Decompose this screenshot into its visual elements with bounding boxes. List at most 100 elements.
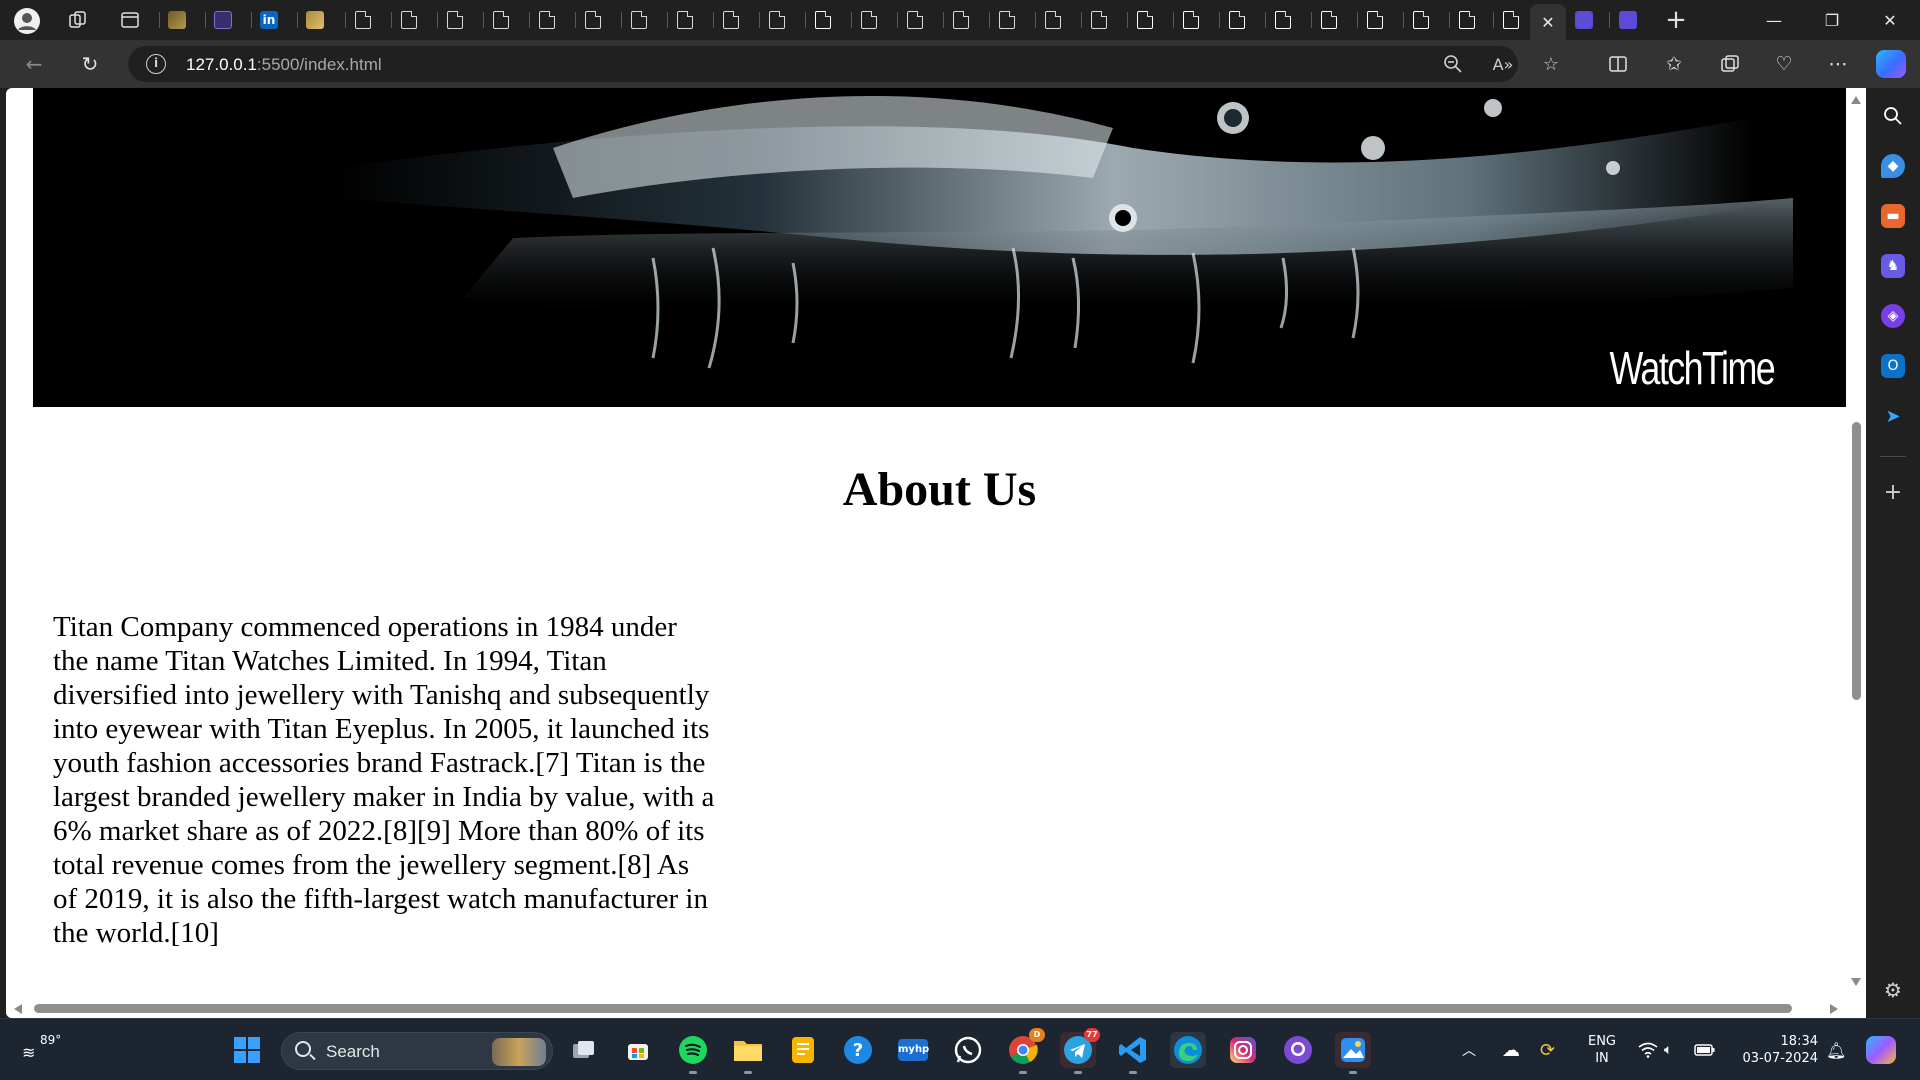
tab-page-11[interactable] [805, 6, 838, 34]
collections-button[interactable] [1714, 50, 1746, 78]
tab-page-5[interactable] [529, 6, 562, 34]
tray-network[interactable] [1638, 1019, 1658, 1080]
tab-page-10[interactable] [759, 6, 792, 34]
tab-page-15[interactable] [989, 6, 1022, 34]
favorite-button[interactable]: ☆ [1538, 52, 1564, 76]
taskbar-notes-app[interactable] [785, 1032, 821, 1068]
horizontal-scroll-thumb[interactable] [34, 1004, 1792, 1013]
tray-volume[interactable]: 🔈︎ [1664, 1019, 1672, 1080]
tab-page-23[interactable] [1357, 6, 1390, 34]
start-button[interactable] [229, 1032, 265, 1068]
tab-page-7[interactable] [621, 6, 654, 34]
zoom-button[interactable] [1440, 52, 1466, 76]
tab-page-8[interactable] [667, 6, 700, 34]
tab-page-25[interactable] [1449, 6, 1482, 34]
vertical-scrollbar[interactable] [1846, 88, 1866, 1000]
scroll-right-arrow-icon[interactable] [1830, 1004, 1838, 1014]
refresh-button[interactable]: ↻ [74, 50, 106, 78]
taskbar-edge[interactable] [1170, 1032, 1206, 1068]
address-bar[interactable]: i 127.0.0.1:5500/index.html A» ☆ [128, 46, 1559, 82]
tab-page-26[interactable] [1493, 6, 1526, 34]
browser-essentials-button[interactable]: ♡ [1768, 50, 1800, 78]
sidebar-microsoft365-button[interactable]: ◈ [1881, 304, 1905, 328]
tab-page-2[interactable] [391, 6, 424, 34]
tab-page-20[interactable] [1219, 6, 1252, 34]
taskbar-help-app[interactable]: ? [840, 1032, 876, 1068]
tab-page-17[interactable] [1081, 6, 1114, 34]
sidebar-tools-button[interactable]: ▬ [1881, 204, 1905, 228]
tray-copilot[interactable] [1866, 1019, 1896, 1080]
close-tab-icon[interactable]: ✕ [1541, 13, 1554, 32]
tab-page-24[interactable] [1403, 6, 1436, 34]
scroll-left-arrow-icon[interactable] [14, 1004, 22, 1014]
tab-page-16[interactable] [1035, 6, 1068, 34]
sidebar-games-button[interactable]: ♞ [1881, 254, 1905, 278]
system-clock[interactable]: 18:34 03-07-2024 [1730, 1033, 1818, 1067]
sidebar-shopping-button[interactable]: ◆ [1881, 154, 1905, 178]
tab-image-1[interactable] [159, 6, 192, 34]
sidebar-add-button[interactable]: + [1881, 480, 1905, 505]
sidebar-send-button[interactable]: ➤ [1881, 404, 1905, 428]
scroll-down-arrow-icon[interactable] [1851, 978, 1861, 986]
language-indicator[interactable]: ENG IN [1582, 1033, 1622, 1067]
vertical-scroll-thumb[interactable] [1852, 422, 1861, 700]
site-info-icon[interactable]: i [146, 54, 166, 74]
taskbar-photos[interactable] [1335, 1032, 1371, 1074]
scroll-up-arrow-icon[interactable] [1851, 96, 1861, 104]
taskbar-file-explorer[interactable] [730, 1032, 766, 1074]
taskbar-github[interactable] [1280, 1032, 1316, 1068]
new-tab-button[interactable]: + [1662, 5, 1690, 35]
tray-onedrive[interactable]: ☁ [1502, 1019, 1520, 1080]
tab-linkedin[interactable]: in [251, 6, 284, 34]
weather-widget[interactable]: 89° ≋ [22, 1033, 72, 1067]
tab-list-2[interactable] [1568, 6, 1600, 34]
favorites-button[interactable]: ✩ [1658, 50, 1690, 78]
taskbar-chrome[interactable]: D [1005, 1028, 1045, 1074]
tray-overflow-button[interactable]: ︿ [1462, 1019, 1476, 1080]
task-view-button[interactable] [566, 1032, 602, 1068]
sidebar-outlook-button[interactable]: O [1881, 354, 1905, 378]
restore-button[interactable]: ❐ [1810, 4, 1854, 36]
tab-page-1[interactable] [345, 6, 378, 34]
tab-page-21[interactable] [1265, 6, 1298, 34]
tray-notifications[interactable]: 🔔︎ [1826, 1019, 1846, 1080]
taskbar-search[interactable]: Search [281, 1032, 553, 1070]
tab-page-22[interactable] [1311, 6, 1344, 34]
taskbar-vscode[interactable] [1115, 1032, 1151, 1074]
taskbar-spotify[interactable] [675, 1032, 711, 1074]
read-aloud-button[interactable]: A» [1490, 52, 1516, 76]
tab-active[interactable]: ✕ [1530, 4, 1566, 40]
taskbar-instagram[interactable] [1225, 1032, 1261, 1068]
tab-list-1[interactable] [205, 6, 238, 34]
tab-page-19[interactable] [1173, 6, 1206, 34]
horizontal-scrollbar[interactable] [6, 1000, 1846, 1018]
close-window-button[interactable]: ✕ [1868, 4, 1912, 36]
tab-image-2[interactable] [297, 6, 330, 34]
copilot-button[interactable] [1876, 50, 1906, 78]
settings-more-button[interactable]: ⋯ [1822, 50, 1854, 78]
tab-page-13[interactable] [897, 6, 930, 34]
tab-page-9[interactable] [713, 6, 746, 34]
taskbar-store[interactable] [620, 1032, 656, 1068]
minimize-button[interactable]: — [1752, 4, 1796, 36]
tray-battery[interactable] [1694, 1019, 1716, 1080]
tab-page-18[interactable] [1127, 6, 1160, 34]
tab-list-3[interactable] [1609, 6, 1644, 34]
taskbar-myapp[interactable]: myhp [895, 1032, 931, 1068]
taskbar-whatsapp[interactable] [950, 1032, 986, 1068]
tray-sync[interactable]: ⟳ [1540, 1019, 1555, 1080]
tab-page-4[interactable] [483, 6, 516, 34]
sidebar-search-button[interactable] [1881, 104, 1905, 128]
sidebar-settings-button[interactable]: ⚙ [1881, 978, 1905, 1002]
profile-avatar[interactable] [12, 6, 42, 36]
tab-page-6[interactable] [575, 6, 608, 34]
tab-page-12[interactable] [851, 6, 884, 34]
workspaces-button[interactable] [64, 8, 92, 32]
tab-page-3[interactable] [437, 6, 470, 34]
back-button[interactable]: ← [18, 50, 50, 78]
url-text[interactable]: 127.0.0.1:5500/index.html [186, 55, 382, 75]
taskbar-telegram[interactable]: 77 [1060, 1028, 1100, 1074]
tab-actions-button[interactable] [116, 8, 144, 32]
tab-page-14[interactable] [943, 6, 976, 34]
split-screen-button[interactable] [1602, 50, 1634, 78]
